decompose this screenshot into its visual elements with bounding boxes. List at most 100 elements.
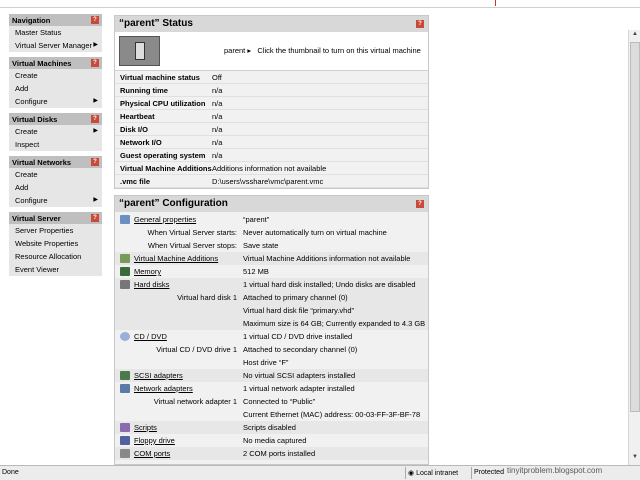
status-row: Running time n/a xyxy=(115,84,428,97)
nav-section: Virtual Networks? Create Add Configure ▶ xyxy=(9,156,102,207)
status-key: Guest operating system xyxy=(120,150,206,160)
nav-item-label: Resource Allocation xyxy=(15,252,82,261)
nav-section-header: Virtual Networks? xyxy=(9,156,102,168)
status-text: Done xyxy=(2,469,19,476)
nav-item[interactable]: Configure ▶ xyxy=(9,95,102,108)
nav-section-title: Virtual Networks xyxy=(12,158,72,167)
config-link[interactable]: SCSI adapters xyxy=(115,371,243,380)
divider xyxy=(471,467,472,479)
status-value: n/a xyxy=(212,111,223,121)
config-row: Virtual network adapter 1 Connected to “P… xyxy=(115,395,428,408)
config-key: Virtual network adapter 1 xyxy=(153,397,237,406)
submenu-arrow-icon: ▶ xyxy=(93,98,98,104)
config-link[interactable]: Floppy drive xyxy=(115,436,243,445)
config-value: Scripts disabled xyxy=(243,423,296,432)
config-value: Attached to secondary channel (0) xyxy=(243,345,358,354)
nav-item[interactable]: Create xyxy=(9,168,102,181)
play-arrow-icon[interactable]: ▸ xyxy=(247,46,251,55)
submenu-arrow-icon: ▶ xyxy=(93,197,98,203)
thumbnail-hint: Click the thumbnail to turn on this virt… xyxy=(257,46,421,55)
config-value: “parent” xyxy=(243,215,270,224)
status-key: Running time xyxy=(120,85,168,95)
config-value: Current Ethernet (MAC) address: 00-03-FF… xyxy=(243,410,421,419)
hard-disk-icon xyxy=(120,280,130,289)
nav-item[interactable]: Server Properties xyxy=(9,224,102,237)
config-link[interactable]: General properties xyxy=(115,215,243,224)
help-icon[interactable]: ? xyxy=(416,200,424,208)
nav-item[interactable]: Master Status xyxy=(9,26,102,39)
config-value: Save state xyxy=(243,241,279,250)
nav-item-label: Server Properties xyxy=(15,226,74,235)
config-link[interactable]: Scripts xyxy=(115,423,243,432)
config-link[interactable]: Network adapters xyxy=(115,384,243,393)
nav-item-label: Configure xyxy=(15,97,48,106)
watermark: tinyitproblem.blogspot.com xyxy=(507,466,603,475)
config-row: Floppy drive No media captured xyxy=(115,434,428,447)
status-key: .vmc file xyxy=(120,176,151,186)
nav-section-title: Virtual Disks xyxy=(12,115,58,124)
floppy-icon xyxy=(120,436,130,445)
status-row: Virtual machine status Off xyxy=(115,71,428,84)
nav-item[interactable]: Create ▶ xyxy=(9,125,102,138)
security-zone[interactable]: ◉ Local intranet xyxy=(408,469,458,477)
scsi-icon xyxy=(120,371,130,380)
nav-section: Virtual Disks? Create ▶ Inspect xyxy=(9,113,102,151)
config-value: 1 virtual network adapter installed xyxy=(243,384,355,393)
nav-item[interactable]: Create xyxy=(9,69,102,82)
memory-icon xyxy=(120,267,130,276)
config-row: Hard disks 1 virtual hard disk installed;… xyxy=(115,278,428,291)
config-link[interactable]: Hard disks xyxy=(115,280,243,289)
status-row: Physical CPU utilization n/a xyxy=(115,97,428,110)
additions-icon xyxy=(120,254,130,263)
config-key: When Virtual Server stops: xyxy=(147,241,237,250)
help-icon[interactable]: ? xyxy=(416,20,424,28)
globe-icon: ◉ xyxy=(408,470,415,477)
browser-top-strip xyxy=(0,0,640,8)
status-key: Network I/O xyxy=(120,137,162,147)
nav-item[interactable]: Resource Allocation xyxy=(9,250,102,263)
nav-section-title: Virtual Server xyxy=(12,214,61,223)
nav-item[interactable]: Add xyxy=(9,181,102,194)
status-panel-title: “parent” Status xyxy=(119,18,193,29)
nav-section-header: Virtual Machines? xyxy=(9,57,102,69)
config-row: Maximum size is 64 GB; Currently expande… xyxy=(115,317,428,330)
help-icon[interactable]: ? xyxy=(91,158,99,166)
config-panel-title: “parent” Configuration xyxy=(119,198,228,209)
scroll-down-arrow-icon[interactable]: ▼ xyxy=(630,454,640,464)
config-key: When Virtual Server starts: xyxy=(147,228,237,237)
status-value: n/a xyxy=(212,137,223,147)
config-value: 1 virtual CD / DVD drive installed xyxy=(243,332,353,341)
cd-dvd-icon xyxy=(120,332,130,341)
config-link[interactable]: Virtual Machine Additions xyxy=(115,254,243,263)
vertical-scrollbar[interactable]: ▲ ▼ xyxy=(628,30,640,465)
help-icon[interactable]: ? xyxy=(91,16,99,24)
status-value: Off xyxy=(212,72,222,82)
nav-item-label: Inspect xyxy=(15,140,40,149)
vm-thumbnail[interactable] xyxy=(119,36,160,66)
status-key: Heartbeat xyxy=(120,111,155,121)
config-link[interactable]: COM ports xyxy=(115,449,243,458)
nav-item[interactable]: Virtual Server Manager ▶ xyxy=(9,39,102,52)
nav-section: Virtual Machines? Create Add Configure ▶ xyxy=(9,57,102,108)
config-row: Virtual CD / DVD drive 1 Attached to seco… xyxy=(115,343,428,356)
config-value: Connected to “Public” xyxy=(243,397,316,406)
scroll-up-arrow-icon[interactable]: ▲ xyxy=(630,31,640,41)
help-icon[interactable]: ? xyxy=(91,115,99,123)
config-link[interactable]: Memory xyxy=(115,267,243,276)
nav-item[interactable]: Add xyxy=(9,82,102,95)
submenu-arrow-icon: ▶ xyxy=(93,42,98,48)
nav-item[interactable]: Website Properties xyxy=(9,237,102,250)
scrollbar-thumb[interactable] xyxy=(630,42,640,412)
nav-item[interactable]: Event Viewer xyxy=(9,263,102,276)
help-icon[interactable]: ? xyxy=(91,214,99,222)
vm-name-link[interactable]: parent xyxy=(224,46,245,55)
status-row: Disk I/O n/a xyxy=(115,123,428,136)
config-row: When Virtual Server starts: Never automat… xyxy=(115,226,428,239)
nav-item[interactable]: Configure ▶ xyxy=(9,194,102,207)
nav-item[interactable]: Inspect xyxy=(9,138,102,151)
help-icon[interactable]: ? xyxy=(91,59,99,67)
status-value: Additions information not available xyxy=(212,163,327,173)
status-row: Network I/O n/a xyxy=(115,136,428,149)
config-link[interactable]: CD / DVD xyxy=(115,332,243,341)
status-row: .vmc file D:\users\vsshare\vmc\parent.vmc xyxy=(115,175,428,188)
